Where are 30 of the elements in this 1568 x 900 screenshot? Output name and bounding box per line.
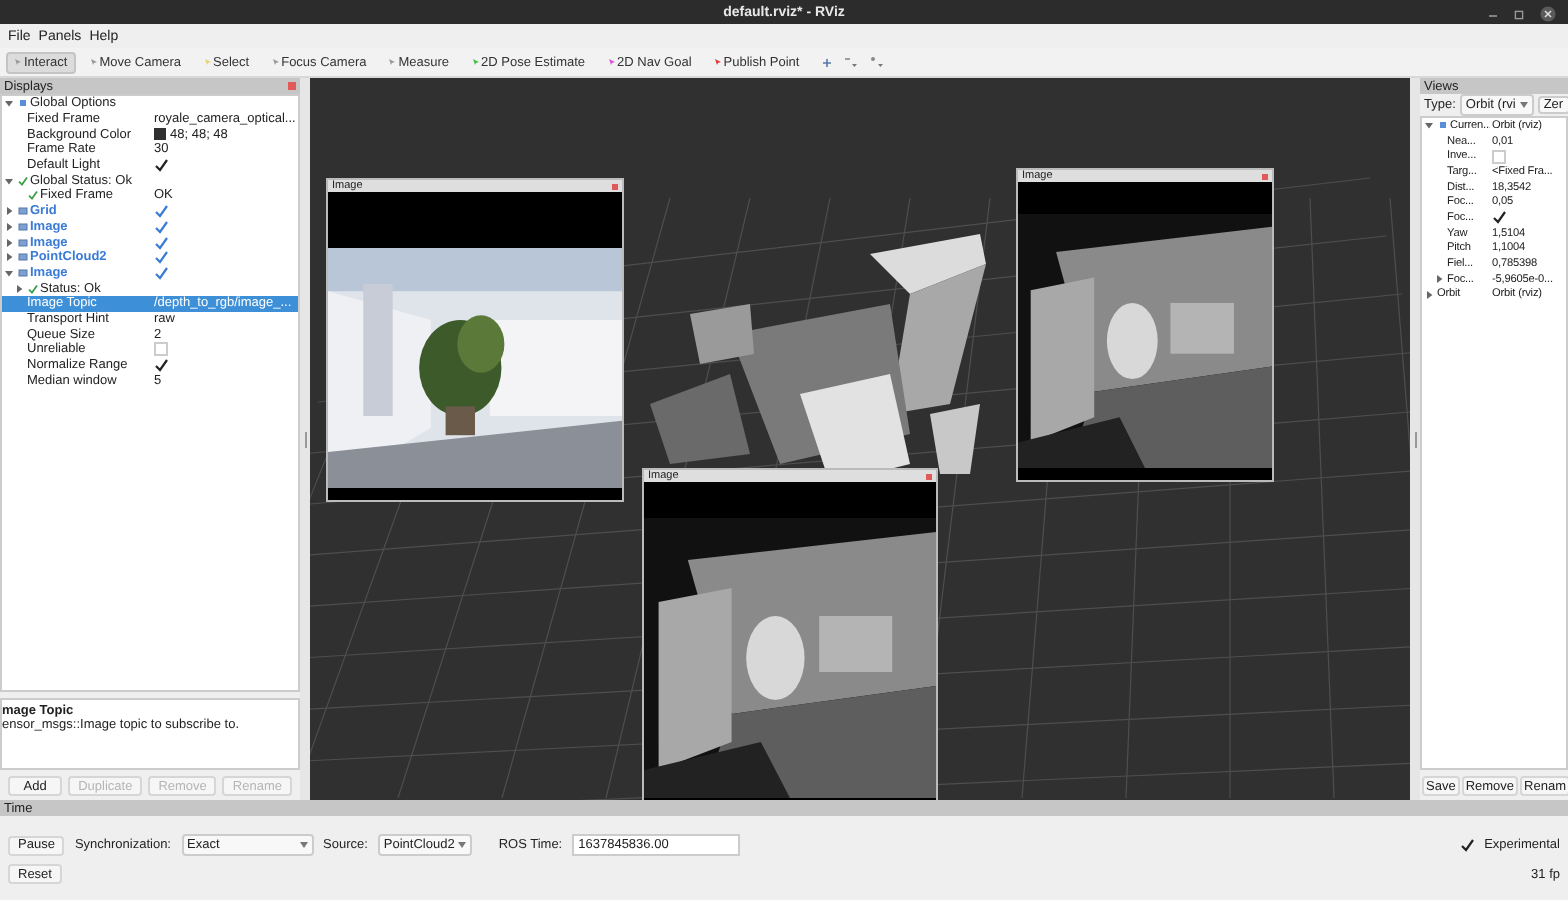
close-icon[interactable]: [1540, 6, 1556, 22]
expand-arrow-icon[interactable]: [14, 283, 24, 294]
expand-arrow-icon[interactable]: [4, 221, 14, 232]
expand-arrow-icon[interactable]: [4, 252, 14, 263]
checkbox[interactable]: [154, 250, 168, 265]
splitter-handle-icon[interactable]: [303, 431, 307, 447]
expand-arrow-icon[interactable]: [1424, 120, 1434, 131]
maximize-icon[interactable]: [1514, 9, 1524, 19]
checkbox[interactable]: [154, 358, 168, 373]
caret-icon: [1519, 102, 1528, 108]
caret-icon: [458, 842, 467, 848]
splitter-handle-icon[interactable]: [1413, 431, 1417, 447]
checkbox[interactable]: [154, 204, 168, 219]
check-icon: [27, 283, 37, 294]
caret-icon: [299, 842, 307, 848]
checkbox[interactable]: [154, 158, 168, 173]
checkbox[interactable]: [154, 219, 168, 234]
expand-arrow-icon[interactable]: [1434, 274, 1444, 285]
checkbox[interactable]: [154, 235, 168, 250]
minimize-icon[interactable]: [1488, 9, 1498, 19]
expand-arrow-icon[interactable]: [4, 98, 14, 109]
plus-icon[interactable]: [821, 57, 832, 67]
checkbox[interactable]: [1492, 210, 1506, 225]
checkbox[interactable]: [154, 265, 168, 280]
expand-arrow-icon[interactable]: [1424, 289, 1434, 300]
expand-arrow-icon[interactable]: [4, 267, 14, 278]
expand-arrow-icon[interactable]: [4, 237, 14, 248]
expand-arrow-icon[interactable]: [4, 206, 14, 217]
checkbox[interactable]: [1460, 838, 1475, 852]
expand-arrow-icon[interactable]: [4, 175, 14, 186]
